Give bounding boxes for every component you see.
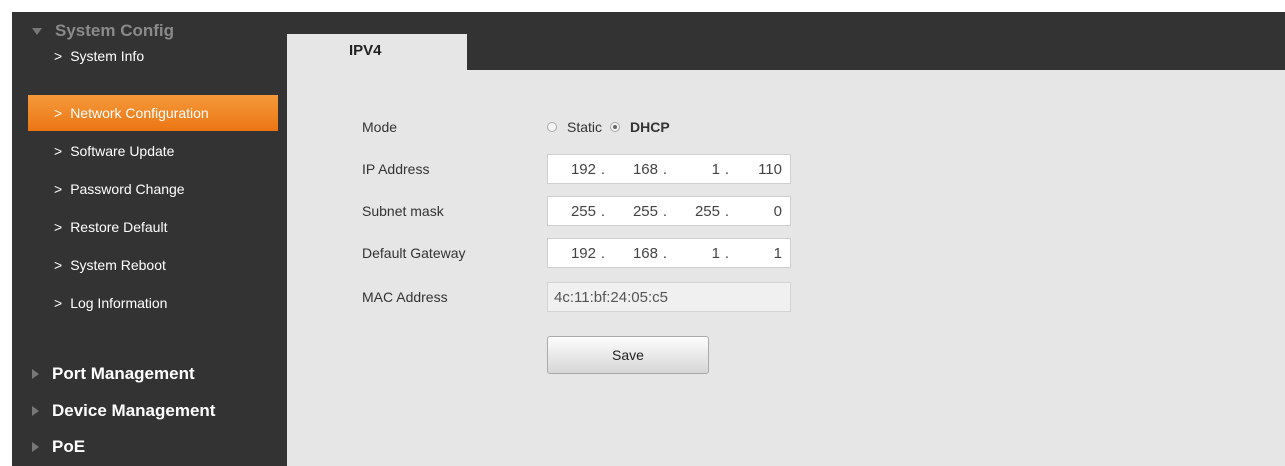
subnet-octet-4[interactable]: 0 [734,203,782,220]
ip-separator: . [600,160,606,178]
sidebar-item-network-configuration[interactable]: > Network Configuration [28,95,278,131]
save-button[interactable]: Save [547,336,709,374]
mac-row: MAC Address 4c:11:bf:24:05:c5 [362,282,791,312]
sidebar-item-label: Software Update [70,143,175,159]
mac-address-label: MAC Address [362,289,448,305]
sidebar-item-password-change[interactable]: > Password Change [12,170,287,208]
caret-right-icon [32,369,39,379]
ip-separator: . [724,202,730,220]
app-frame: System Config > System Info > Network Co… [12,12,1285,466]
ip-separator: . [662,160,668,178]
static-radio[interactable] [547,122,557,132]
caret-right-icon [32,442,39,452]
dhcp-radio[interactable] [610,122,621,132]
ip-separator: . [600,202,606,220]
sidebar-item-label: System Info [70,48,145,64]
sidebar-section-device-management[interactable]: Device Management [12,392,287,430]
static-radio-label: Static [567,119,603,135]
ip-address-field[interactable]: 192 . 168 . 1 . 110 [547,154,791,184]
gateway-octet-4[interactable]: 1 [734,245,782,262]
subnet-octet-2[interactable]: 255 [610,203,658,220]
chevron-right-icon: > [54,48,63,64]
ip-octet-3[interactable]: 1 [672,161,720,178]
subnet-mask-label: Subnet mask [362,203,444,219]
sidebar-section-label: Device Management [52,401,216,420]
sidebar-section-port-management[interactable]: Port Management [12,355,287,393]
chevron-right-icon: > [54,181,63,197]
ip-separator: . [662,202,668,220]
chevron-right-icon: > [54,257,63,273]
ip-address-row: IP Address 192 . 168 . 1 . 110 [362,154,791,184]
sidebar-item-system-info[interactable]: > System Info [12,37,287,75]
caret-right-icon [32,406,39,416]
chevron-right-icon: > [54,295,63,311]
gateway-octet-2[interactable]: 168 [610,245,658,262]
ip-separator: . [724,160,730,178]
sidebar-item-label: Restore Default [70,219,168,235]
sidebar-item-label: System Reboot [70,257,166,273]
ip-separator: . [662,244,668,262]
sidebar-item-label: Network Configuration [70,105,209,121]
mode-label: Mode [362,119,398,135]
dhcp-radio-label: DHCP [630,119,670,135]
sidebar-item-label: Password Change [70,181,185,197]
tab-label: IPV4 [349,42,382,59]
chevron-right-icon: > [54,143,63,159]
tab-ipv4[interactable]: IPV4 [287,34,467,72]
sidebar-item-restore-default[interactable]: > Restore Default [12,208,287,246]
sidebar-item-log-information[interactable]: > Log Information [12,284,287,322]
ip-separator: . [600,244,606,262]
ip-separator: . [724,244,730,262]
ipv4-panel: Mode Static DHCP IP Address 192 . 168 . … [287,70,1285,466]
chevron-right-icon: > [54,105,63,121]
mode-row: Mode Static DHCP [362,112,678,142]
default-gateway-label: Default Gateway [362,245,466,261]
sidebar-item-label: Log Information [70,295,168,311]
gateway-octet-3[interactable]: 1 [672,245,720,262]
subnet-octet-3[interactable]: 255 [672,203,720,220]
sidebar-item-software-update[interactable]: > Software Update [12,132,287,170]
ip-octet-2[interactable]: 168 [610,161,658,178]
ip-address-label: IP Address [362,161,430,177]
sidebar-section-label: PoE [52,437,86,456]
sidebar-item-system-reboot[interactable]: > System Reboot [12,246,287,284]
subnet-mask-field[interactable]: 255 . 255 . 255 . 0 [547,196,791,226]
chevron-right-icon: > [54,219,63,235]
sidebar-section-poe[interactable]: PoE [12,428,287,466]
subnet-octet-1[interactable]: 255 [548,203,596,220]
default-gateway-field[interactable]: 192 . 168 . 1 . 1 [547,238,791,268]
gateway-octet-1[interactable]: 192 [548,245,596,262]
main-content: IPV4 Mode Static DHCP IP Address 192 . 1… [287,12,1285,466]
subnet-row: Subnet mask 255 . 255 . 255 . 0 [362,196,791,226]
ip-octet-4[interactable]: 110 [734,161,782,178]
mac-address-field: 4c:11:bf:24:05:c5 [547,282,791,312]
sidebar-section-label: Port Management [52,364,195,383]
gateway-row: Default Gateway 192 . 168 . 1 . 1 [362,238,791,268]
ip-octet-1[interactable]: 192 [548,161,596,178]
sidebar: System Config > System Info > Network Co… [12,12,287,466]
caret-down-icon [32,27,42,35]
